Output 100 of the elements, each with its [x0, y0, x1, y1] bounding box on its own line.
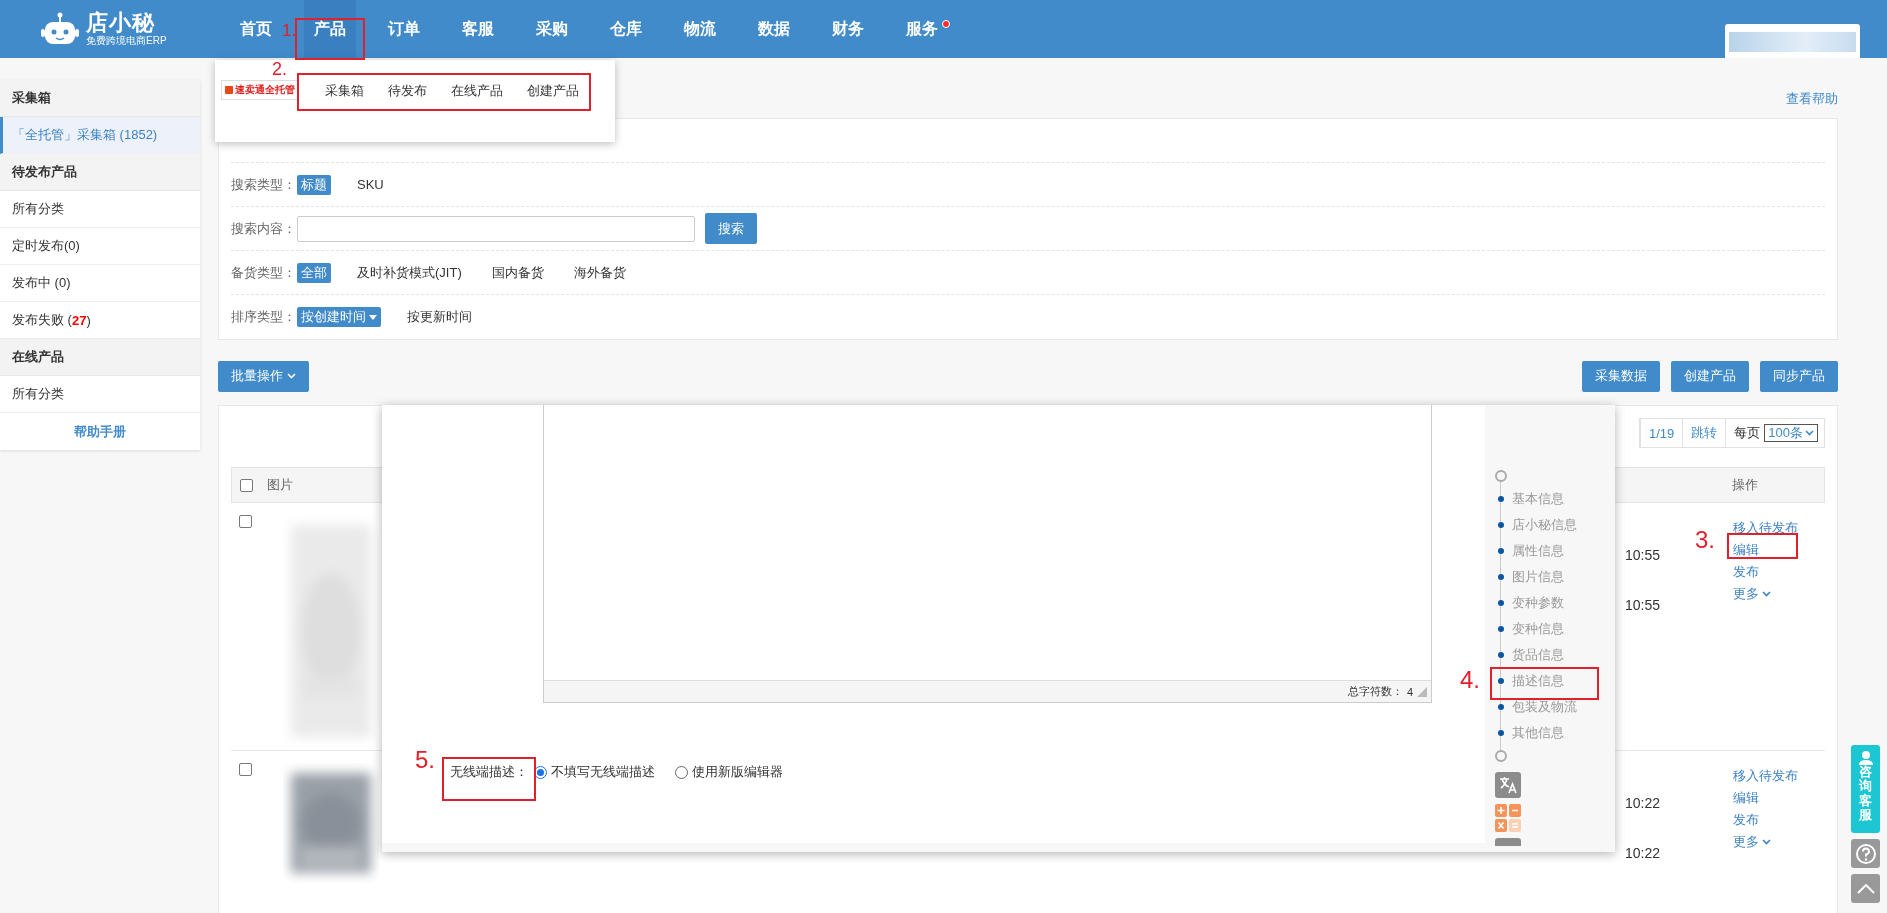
robot-logo-icon — [40, 12, 80, 46]
action-link[interactable]: 发布 — [1733, 561, 1825, 583]
section-nav-item[interactable]: 描述信息 — [1495, 671, 1566, 691]
filter-option[interactable]: 按创建时间 — [297, 307, 381, 327]
radio-option[interactable]: 使用新版编辑器 — [675, 763, 783, 781]
filter-label: 备货类型： — [231, 263, 297, 282]
sidebar-item[interactable]: 定时发布(0) — [0, 228, 200, 265]
char-count-label: 总字符数： — [1347, 684, 1403, 699]
section-nav-item[interactable]: 图片信息 — [1495, 567, 1566, 587]
nav-tab[interactable]: 数据 — [748, 0, 800, 58]
section-nav-item[interactable]: 店小秘信息 — [1495, 515, 1579, 535]
sidebar-item[interactable]: 所有分类 — [0, 376, 200, 413]
filter-option[interactable]: 标题 — [297, 174, 331, 195]
time-text: 10:22 — [1625, 845, 1662, 861]
action-link[interactable]: 移入待发布 — [1733, 765, 1825, 787]
action-link[interactable]: 更多 — [1733, 831, 1825, 853]
sidebar-item[interactable]: 发布中 (0) — [0, 265, 200, 302]
section-nav-item[interactable]: 基本信息 — [1495, 489, 1566, 509]
toolbar-button[interactable]: 创建产品 — [1671, 360, 1749, 392]
bag-icon — [225, 86, 233, 94]
headset-icon — [1857, 749, 1874, 765]
action-link[interactable]: 更多 — [1733, 583, 1825, 605]
toolbar-button[interactable]: 采集数据 — [1582, 360, 1660, 392]
timeline-start-icon — [1495, 470, 1507, 482]
chevron-down-icon — [1762, 591, 1771, 597]
help-manual-link[interactable]: 帮助手册 — [0, 413, 200, 450]
sidebar-item[interactable]: 所有分类 — [0, 191, 200, 228]
calculator-icon[interactable] — [1495, 804, 1521, 832]
filter-label: 搜索类型： — [231, 175, 297, 194]
section-nav-item[interactable]: 变种参数 — [1495, 593, 1566, 613]
sidebar-section-title: 采集箱 — [0, 80, 200, 117]
nav-tab[interactable]: 财务 — [822, 0, 874, 58]
back-to-top-icon[interactable] — [1851, 874, 1880, 903]
bulk-actions-button[interactable]: 批量操作 — [218, 360, 309, 392]
help-link[interactable]: 查看帮助 — [1786, 90, 1838, 108]
annotation-number: 3. — [1695, 528, 1715, 552]
annotation-box — [1727, 533, 1798, 559]
resize-handle-icon[interactable] — [1417, 686, 1427, 697]
search-field[interactable] — [297, 215, 695, 242]
filter-option[interactable]: 海外备货 — [569, 262, 630, 283]
section-nav-item[interactable]: 货品信息 — [1495, 645, 1566, 665]
action-link[interactable]: 发布 — [1733, 809, 1825, 831]
per-page-label: 每页 — [1734, 424, 1761, 442]
logo-tagline: 免费跨境电商ERP — [86, 35, 167, 47]
nav-tab[interactable]: 客服 — [452, 0, 504, 58]
search-button[interactable]: 搜索 — [705, 213, 757, 244]
jump-link[interactable]: 跳转 — [1682, 419, 1726, 447]
filter-label: 排序类型： — [231, 308, 297, 326]
platform-badge[interactable]: 速卖通全托管 — [221, 80, 299, 100]
menu-item[interactable]: 创建产品 — [515, 78, 591, 104]
nav-tab[interactable]: 产品 — [304, 0, 356, 58]
filter-label: 搜索内容： — [231, 219, 297, 238]
section-nav-item[interactable]: 其他信息 — [1495, 723, 1566, 743]
filter-option[interactable]: 按更新时间 — [403, 307, 476, 327]
chevron-down-icon — [1762, 839, 1771, 845]
help-icon[interactable] — [1851, 839, 1880, 868]
time-text: 10:22 — [1625, 795, 1662, 811]
sidebar-section-title: 待发布产品 — [0, 154, 200, 191]
column-header: 操作 — [1732, 476, 1759, 494]
nav-tab[interactable]: 采购 — [526, 0, 578, 58]
nav-tab[interactable]: 仓库 — [600, 0, 652, 58]
annotation-number: 1. — [282, 22, 297, 39]
nav-tab[interactable]: 首页 — [230, 0, 282, 58]
radio-option[interactable]: 不填写无线端描述 — [534, 763, 655, 781]
per-page-select[interactable]: 100条 — [1764, 424, 1818, 442]
action-link[interactable]: 编辑 — [1733, 787, 1825, 809]
sidebar-item[interactable]: 「全托管」采集箱 (1852) — [0, 117, 200, 154]
logo-name: 店小秘 — [86, 11, 156, 35]
nav-tab[interactable]: 订单 — [378, 0, 430, 58]
nav-tab[interactable]: 物流 — [674, 0, 726, 58]
time-text: 10:55 — [1625, 597, 1662, 613]
action-link[interactable]: 编辑 — [1733, 539, 1825, 561]
description-editor[interactable]: 总字符数： 4 — [543, 405, 1432, 703]
menu-item[interactable]: 在线产品 — [439, 78, 515, 104]
filter-option[interactable]: 国内备货 — [487, 262, 548, 283]
customer-service-button[interactable]: 咨询客服 — [1851, 745, 1880, 833]
translate-icon[interactable] — [1495, 772, 1521, 798]
filter-option[interactable]: SKU — [353, 176, 388, 193]
section-nav-item[interactable]: 变种信息 — [1495, 619, 1566, 639]
filter-option[interactable]: 及时补货模式(JIT) — [353, 262, 466, 283]
radio-button[interactable] — [675, 765, 688, 779]
row-checkbox[interactable] — [239, 763, 252, 776]
row-checkbox[interactable] — [239, 515, 252, 528]
nav-tab[interactable]: 服务 — [896, 0, 948, 58]
section-nav-item[interactable]: 包装及物流 — [1495, 697, 1579, 717]
filter-option[interactable]: 全部 — [297, 262, 331, 283]
select-all-checkbox[interactable] — [240, 478, 253, 492]
annotation-number: 2. — [272, 60, 287, 78]
page-indicator[interactable]: 1/19 — [1640, 419, 1683, 447]
menu-item[interactable]: 采集箱 — [313, 78, 376, 104]
caret-icon — [369, 314, 377, 320]
section-nav-item[interactable]: 属性信息 — [1495, 541, 1566, 561]
char-count: 4 — [1406, 685, 1413, 698]
account-badge[interactable] — [1725, 24, 1860, 58]
toolbar-button[interactable]: 同步产品 — [1760, 360, 1838, 392]
annotation-number: 4. — [1460, 668, 1480, 692]
menu-item[interactable]: 待发布 — [376, 78, 439, 104]
sidebar-item[interactable]: 发布失败 (27) — [0, 302, 200, 339]
field-label: 无线端描述： — [449, 763, 528, 781]
chevron-down-icon — [1805, 430, 1814, 436]
